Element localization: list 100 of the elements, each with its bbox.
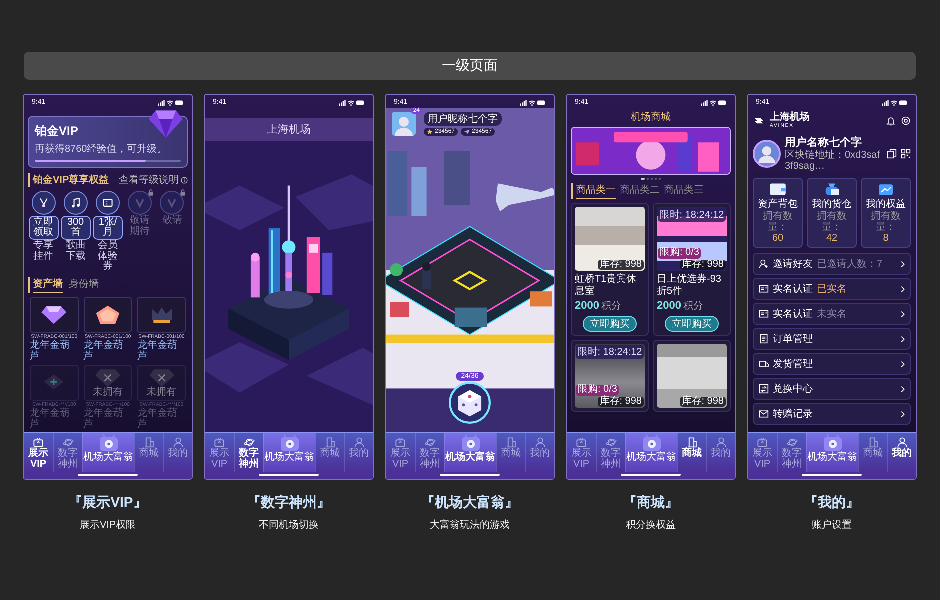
building-icon [506, 437, 516, 448]
asset-name: 龙年金葫芦 [30, 340, 71, 362]
count-value: 60 [772, 233, 784, 244]
benefit-label: 会员体验券 [96, 241, 119, 272]
asset-card[interactable]: 我的权益 拥有数量： 8 [861, 178, 911, 248]
category-tab[interactable]: 商品类二 [620, 183, 660, 199]
menu-item[interactable]: 邀请好友 已邀请人数：7 [753, 253, 911, 275]
asset-tile[interactable] [137, 296, 186, 332]
product-name: 日上优选券-93折5件 [657, 274, 722, 297]
menu-item[interactable]: 订单管理 [753, 328, 911, 350]
product-name: 虹桥T1贵宾休息室 [575, 274, 638, 297]
chevron-right-icon [901, 286, 905, 292]
person-icon [716, 437, 726, 448]
planet-icon [606, 437, 616, 448]
wall-tab[interactable]: 资产墙 [33, 276, 63, 292]
menu-item[interactable]: 发货管理 [753, 353, 911, 375]
person-icon [172, 437, 184, 448]
home-indicator [440, 474, 500, 476]
copy-icon[interactable] [887, 148, 897, 158]
buy-button[interactable]: 立即购买 [665, 316, 719, 332]
person-icon [896, 437, 908, 448]
shop-title: 机场商城 [630, 110, 672, 124]
tab-item[interactable]: 机场大富翁 [625, 433, 677, 472]
menu-item[interactable]: 实名认证 未实名 [753, 303, 911, 325]
dice-button[interactable] [449, 382, 491, 424]
asset-card[interactable]: 资产背包 拥有数量： 60 [753, 178, 803, 248]
status-bar-icon [882, 100, 908, 106]
wallet-address: 区块链地址：0xd3saf3f9sag… [785, 150, 882, 172]
benefit-icon-circle[interactable] [32, 191, 56, 215]
chevron-right-icon [901, 336, 905, 342]
benefit-icon-circle[interactable] [64, 191, 88, 215]
music-note-icon [70, 197, 82, 209]
tab-item[interactable]: 机场大富翁 [263, 433, 315, 472]
menu-label: 实名认证 [773, 282, 813, 296]
tab-item[interactable]: 展示VIP [567, 433, 596, 472]
status-bar-icon [158, 100, 184, 106]
ticket-icon [102, 197, 114, 209]
product-card[interactable]: 限时: 18:24:12 限购: 0/3 库存: 998 日上优选券-93折5件 2000 积分 立即购买 [653, 203, 731, 336]
price-unit: 积分 [601, 300, 622, 313]
menu-item[interactable]: 实名认证 已实名 [753, 278, 911, 300]
settings-icon[interactable] [901, 116, 911, 126]
planet-icon [62, 437, 74, 448]
menu-item[interactable]: 转赠记录 [753, 403, 911, 425]
count-label: 拥有数量： [816, 211, 848, 233]
benefit-label: 专享挂件 [32, 241, 55, 262]
pendant-icon [38, 197, 50, 209]
product-card[interactable]: 库存: 998 [653, 340, 731, 412]
screen-caption: 『展示VIP』 [68, 494, 148, 512]
tab-item[interactable]: 机场大富翁 [806, 433, 858, 472]
count-value: 42 [826, 233, 838, 244]
category-tab[interactable]: 商品类一 [576, 183, 616, 199]
bell-icon[interactable] [886, 116, 896, 126]
asset-tile[interactable] [30, 296, 79, 332]
chevron-right-icon [901, 410, 905, 418]
tv-icon [395, 437, 406, 448]
qr-code-icon[interactable] [901, 148, 911, 158]
avatar-icon[interactable] [753, 140, 781, 168]
tab-item[interactable]: 展示VIP [748, 433, 777, 472]
asset-card[interactable]: 我的货仓 拥有数量： 42 [807, 178, 857, 248]
star-icon [427, 129, 433, 135]
tab-item[interactable]: 机场大富翁 [82, 433, 134, 472]
tab-item[interactable]: 展示VIP [386, 433, 415, 472]
person-icon [354, 437, 364, 448]
screen-description: 展示VIP权限 [80, 518, 136, 532]
category-tab[interactable]: 商品类三 [664, 183, 704, 199]
level-info-link[interactable]: 查看等级说明 [119, 173, 179, 187]
menu-label: 实名认证 [773, 308, 813, 321]
lock-icon [180, 189, 186, 196]
asset-tile[interactable] [84, 296, 132, 332]
menu-icon [759, 309, 769, 319]
tab-item[interactable]: 机场大富翁 [444, 433, 496, 472]
stock-label: 库存: 998 [680, 260, 726, 270]
tv-icon [214, 437, 225, 448]
menu-icon [759, 409, 769, 419]
info-icon[interactable] [181, 176, 188, 184]
asset-tile[interactable] [30, 364, 79, 400]
product-card[interactable]: 库存: 998 虹桥T1贵宾休息室 2000 积分 立即购买 [571, 203, 649, 336]
wall-tab[interactable]: 身份墙 [69, 276, 99, 292]
asset-tile[interactable]: 未拥有 [137, 364, 186, 400]
card-title: 我的权益 [866, 198, 906, 211]
benefit-icon-circle[interactable] [96, 191, 120, 215]
tab-item[interactable]: 展示VIP [205, 433, 234, 472]
product-card[interactable]: 限时: 18:24:12 限购: 0/3 库存: 998 [571, 340, 649, 412]
count-label: 拥有数量： [762, 211, 794, 233]
menu-icon [759, 284, 769, 294]
planet-icon [424, 437, 436, 448]
status-bar-icon [701, 100, 727, 106]
tab-item[interactable]: 展示VIP [24, 433, 53, 472]
screen-description: 积分换权益 [626, 518, 676, 532]
menu-icon [759, 334, 769, 344]
price-value: 2000 [657, 300, 682, 312]
gem-icon [149, 109, 183, 138]
menu-item[interactable]: 兑换中心 [753, 378, 911, 400]
card-title: 资产背包 [758, 198, 798, 211]
menu-label: 转赠记录 [773, 408, 813, 421]
person-icon [534, 437, 546, 448]
menu-status: 未实名 [817, 308, 847, 321]
buy-button[interactable]: 立即购买 [583, 316, 637, 332]
user-name: 用户名称七个字 [785, 136, 863, 150]
asset-tile[interactable]: 未拥有 [84, 364, 132, 400]
